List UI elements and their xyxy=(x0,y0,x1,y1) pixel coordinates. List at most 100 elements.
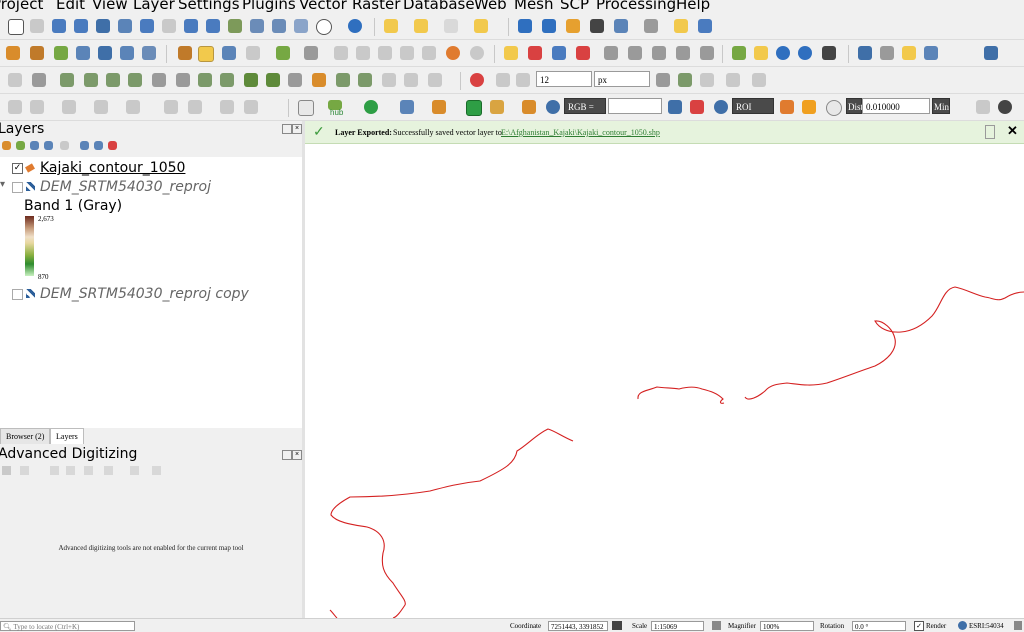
rotate-feature-icon[interactable] xyxy=(382,73,396,87)
menu-processing[interactable]: Processing xyxy=(596,0,676,13)
select-features-icon[interactable] xyxy=(384,19,398,33)
vertex-tool-icon[interactable] xyxy=(276,46,290,60)
polygon-annotation-icon[interactable] xyxy=(30,100,44,114)
select-by-value-icon[interactable] xyxy=(414,19,428,33)
menu-scp[interactable]: SCP xyxy=(560,0,589,13)
band-set-icon[interactable] xyxy=(522,100,536,114)
copy-icon[interactable] xyxy=(400,46,414,60)
data-source-manager-icon[interactable] xyxy=(120,46,134,60)
shield-icon[interactable] xyxy=(298,100,314,116)
render-checkbox[interactable]: ✓ xyxy=(914,621,924,631)
share-icon[interactable] xyxy=(364,100,378,114)
collapse-all-icon[interactable] xyxy=(94,141,103,150)
menu-raster[interactable]: Raster xyxy=(352,0,400,13)
snap-type-icon[interactable] xyxy=(516,73,530,87)
dock-close-icon[interactable]: × xyxy=(292,124,302,134)
attribute-table-icon[interactable] xyxy=(542,19,556,33)
trace-icon[interactable] xyxy=(656,73,670,87)
bookmark-icon[interactable] xyxy=(272,19,286,33)
annotation-icon[interactable] xyxy=(8,100,22,114)
offset-curve-icon[interactable] xyxy=(176,73,190,87)
enable-digitizing-icon[interactable] xyxy=(2,466,11,475)
extents-toggle-icon[interactable] xyxy=(612,621,622,630)
warning-icon[interactable] xyxy=(754,46,768,60)
scp-settings-icon[interactable] xyxy=(998,100,1012,114)
menu-layer[interactable]: Layer xyxy=(133,0,175,13)
globe-search-icon[interactable] xyxy=(798,46,812,60)
new-map-view-icon[interactable] xyxy=(228,19,242,33)
locator-input[interactable]: 🔍︎ Type to locate (Ctrl+K) xyxy=(0,621,135,631)
html-annotation-icon[interactable] xyxy=(126,100,140,114)
svg-annotation-icon[interactable] xyxy=(164,100,178,114)
help-icon[interactable] xyxy=(984,46,998,60)
menu-vector[interactable]: Vector xyxy=(299,0,347,13)
zoom-scp-icon[interactable] xyxy=(466,100,482,116)
layer-checkbox[interactable] xyxy=(12,289,23,300)
crs-label[interactable]: ESRI:54034 xyxy=(969,622,1004,630)
layer-checkbox[interactable]: ✓ xyxy=(12,163,23,174)
scp-input-icon[interactable] xyxy=(490,100,504,114)
toggle-editing-icon[interactable] xyxy=(198,46,214,62)
diagram-icon[interactable] xyxy=(676,46,690,60)
refresh-icon[interactable] xyxy=(348,19,362,33)
snap-options-icon[interactable] xyxy=(752,73,766,87)
new-shapefile-icon[interactable] xyxy=(54,46,68,60)
menu-edit[interactable]: Edit xyxy=(56,0,85,13)
map-tips-icon[interactable] xyxy=(674,19,688,33)
locator-icon[interactable] xyxy=(698,19,712,33)
menu-view[interactable]: View xyxy=(92,0,128,13)
rgb-select[interactable] xyxy=(608,98,662,114)
cut-icon[interactable] xyxy=(378,46,392,60)
magnifier-input[interactable]: 100% xyxy=(760,621,814,631)
std-dev-stretch-icon[interactable] xyxy=(690,100,704,114)
deselect-icon[interactable] xyxy=(444,19,458,33)
roi-redo-icon[interactable] xyxy=(826,100,842,116)
map-canvas[interactable]: ✓ Layer Exported: Successfully saved vec… xyxy=(305,121,1024,618)
remove-layer-icon[interactable] xyxy=(108,141,117,150)
modify-attributes-icon[interactable] xyxy=(304,46,318,60)
print-layout-icon[interactable] xyxy=(142,46,156,60)
messages-icon[interactable] xyxy=(1014,621,1022,630)
dock-float-icon[interactable] xyxy=(282,124,292,134)
zoom-to-layer-icon[interactable] xyxy=(140,19,154,33)
menu-database[interactable]: Database xyxy=(403,0,475,13)
measure-icon[interactable] xyxy=(614,19,628,33)
dist-input[interactable]: 0.010000 xyxy=(862,98,930,114)
add-part-icon[interactable] xyxy=(60,73,74,87)
open-styling-icon[interactable] xyxy=(2,141,11,150)
scp-icon[interactable] xyxy=(732,46,746,60)
menu-plugins[interactable]: Plugins xyxy=(242,0,296,13)
menu-settings[interactable]: Settings xyxy=(178,0,240,13)
snap-unit-select[interactable]: px xyxy=(594,71,650,87)
measure-line-icon[interactable] xyxy=(644,19,658,33)
menu-project[interactable]: Project xyxy=(0,0,43,13)
reshape-icon[interactable] xyxy=(152,73,166,87)
text-annotation-icon[interactable] xyxy=(62,100,76,114)
intersection-icon[interactable] xyxy=(700,73,714,87)
label-icon[interactable] xyxy=(504,46,518,60)
change-label-icon[interactable] xyxy=(652,46,666,60)
split-parts-icon[interactable] xyxy=(220,73,234,87)
menu-help[interactable]: Help xyxy=(676,0,710,13)
paste-icon[interactable] xyxy=(422,46,436,60)
zoom-last-icon[interactable] xyxy=(184,19,198,33)
delete-selected-icon[interactable] xyxy=(334,46,348,60)
zoom-roi-icon[interactable] xyxy=(714,100,728,114)
add-ring-icon[interactable] xyxy=(32,73,46,87)
annotation-layer-icon[interactable] xyxy=(188,100,202,114)
perpendicular-icon[interactable] xyxy=(66,466,75,475)
rotation-input[interactable]: 0.0 ° xyxy=(852,621,906,631)
zoom-in-icon[interactable] xyxy=(52,19,66,33)
layer-group-icon[interactable] xyxy=(400,100,414,114)
rotate-point-icon[interactable] xyxy=(288,73,302,87)
undo-icon[interactable] xyxy=(446,46,460,60)
filter-expression-icon[interactable] xyxy=(60,141,69,150)
tab-browser[interactable]: Browser (2) xyxy=(0,428,51,445)
copy-move-icon[interactable] xyxy=(358,73,372,87)
merge-attributes-icon[interactable] xyxy=(266,73,280,87)
pin-labels-icon[interactable] xyxy=(552,46,566,60)
zoom-to-selection-icon[interactable] xyxy=(118,19,132,33)
temporal-controller-icon[interactable] xyxy=(316,19,332,35)
reverse-line-icon[interactable] xyxy=(428,73,442,87)
overflow-chevron-icon[interactable] xyxy=(976,100,990,114)
